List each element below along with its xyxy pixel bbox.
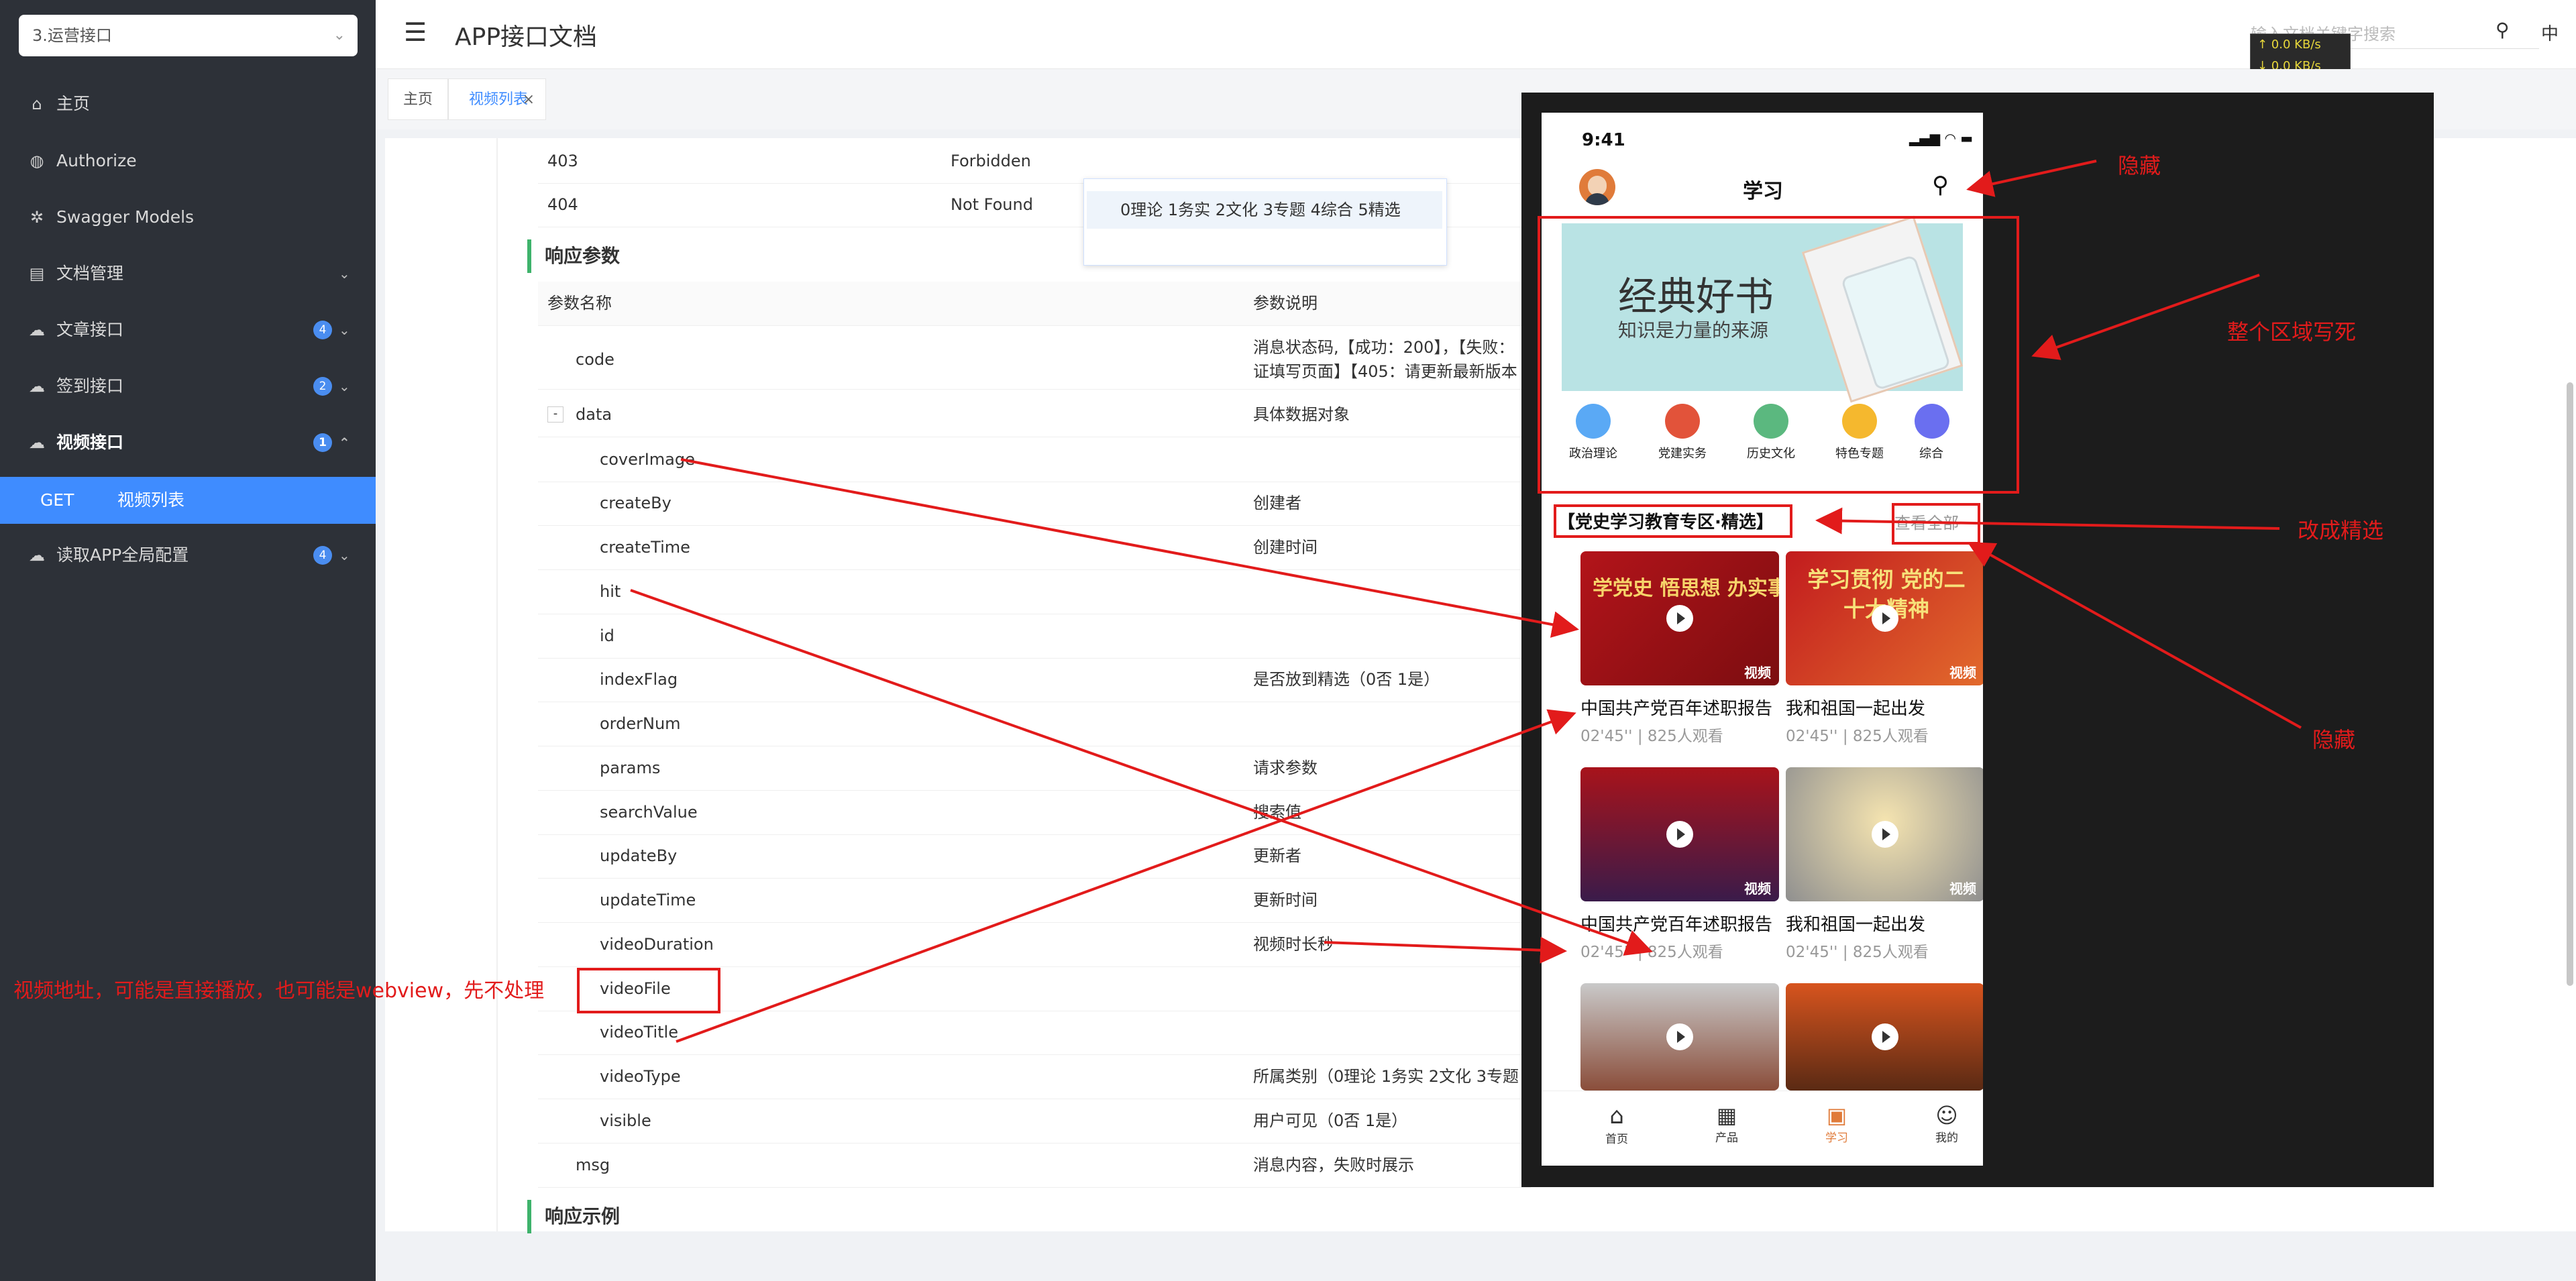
arrow-duration	[1324, 936, 1567, 964]
arrow-hide-view-all	[1967, 542, 2302, 729]
arrow-hit	[630, 589, 1653, 956]
arrow-whole-area	[2031, 274, 2260, 360]
annotation-arrows	[630, 160, 2302, 1043]
arrow-change-featured	[1815, 507, 2280, 535]
arrow-coverimage	[680, 458, 1579, 638]
arrow-hide-search	[1966, 160, 2097, 197]
